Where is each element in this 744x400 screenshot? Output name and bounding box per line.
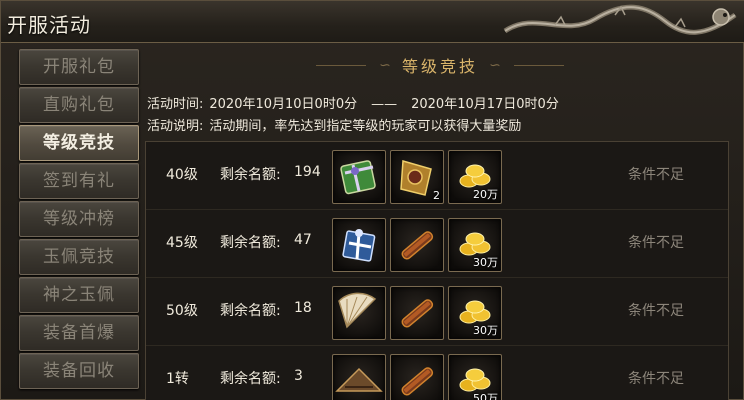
quota-value: 3 xyxy=(294,368,303,384)
divider xyxy=(316,64,367,66)
dragon-ornament-icon xyxy=(503,4,737,35)
activity-window: 开服活动 开服礼包 直购礼包 等级竞技 签到有礼 等级冲榜 玉佩竞技 神之玉佩 … xyxy=(0,0,744,400)
reward-row: 1转 剩余名额: 3 50万 条件不足 xyxy=(146,346,728,400)
activity-sidebar: 开服礼包 直购礼包 等级竞技 签到有礼 等级冲榜 玉佩竞技 神之玉佩 装备首爆 … xyxy=(19,49,139,400)
level-requirement: 40级 xyxy=(166,167,198,183)
blue-gift-icon[interactable] xyxy=(332,218,386,272)
sidebar-item-open-gift[interactable]: 开服礼包 xyxy=(19,49,139,85)
claim-status[interactable]: 条件不足 xyxy=(628,368,684,388)
scroll-icon[interactable] xyxy=(390,218,444,272)
sidebar-item-recycle[interactable]: 装备回收 xyxy=(19,353,139,389)
reward-qty: 50万 xyxy=(473,392,498,400)
activity-time: 活动时间: 2020年10月10日0时0分 —— 2020年10月17日0时0分 xyxy=(147,93,559,112)
activity-description: 活动说明: 活动期间，率先达到指定等级的玩家可以获得大量奖励 xyxy=(147,115,521,134)
ornament-icon: ∽ xyxy=(379,57,391,74)
window-title: 开服活动 xyxy=(7,13,91,37)
reward-qty: 30万 xyxy=(473,324,498,337)
divider xyxy=(513,64,564,66)
reward-qty: 30万 xyxy=(473,256,498,269)
gold-coins-icon[interactable]: 30万 xyxy=(448,286,502,340)
desc-text: 活动期间，率先达到指定等级的玩家可以获得大量奖励 xyxy=(209,119,522,134)
time-label: 活动时间: xyxy=(147,97,204,112)
claim-status[interactable]: 条件不足 xyxy=(628,232,684,252)
reward-row: 45级 剩余名额: 47 30万 条件不足 xyxy=(146,210,728,278)
desc-label: 活动说明: xyxy=(147,119,204,134)
claim-status[interactable]: 条件不足 xyxy=(628,300,684,320)
time-end: 2020年10月17日0时0分 xyxy=(411,97,559,112)
sidebar-item-level-rank[interactable]: 等级冲榜 xyxy=(19,201,139,237)
gold-coins-icon[interactable]: 20万 xyxy=(448,150,502,204)
quota-value: 18 xyxy=(294,300,312,316)
sidebar-item-jade-race[interactable]: 玉佩竞技 xyxy=(19,239,139,275)
reward-list: 40级 剩余名额: 194 2 20万 条件不足 45级 剩余名额: 47 30… xyxy=(145,141,729,400)
claim-status[interactable]: 条件不足 xyxy=(628,164,684,184)
reward-qty: 2 xyxy=(433,189,440,202)
sidebar-item-first-drop[interactable]: 装备首爆 xyxy=(19,315,139,351)
activity-content: ∽ 等级竞技 ∽ 活动时间: 2020年10月10日0时0分 —— 2020年10月1… xyxy=(143,49,737,400)
golden-armor-icon[interactable]: 2 xyxy=(390,150,444,204)
reward-row: 40级 剩余名额: 194 2 20万 条件不足 xyxy=(146,142,728,210)
quota-label: 剩余名额: xyxy=(220,235,281,251)
gold-coins-icon[interactable]: 50万 xyxy=(448,354,502,400)
time-separator: —— xyxy=(371,97,398,112)
sidebar-item-divine-jade[interactable]: 神之玉佩 xyxy=(19,277,139,313)
time-start: 2020年10月10日0时0分 xyxy=(209,97,358,112)
quota-value: 194 xyxy=(294,164,321,180)
scroll-icon[interactable] xyxy=(390,286,444,340)
quota-label: 剩余名额: xyxy=(220,167,281,183)
sidebar-item-level-race[interactable]: 等级竞技 xyxy=(19,125,139,161)
reward-qty: 20万 xyxy=(473,188,498,201)
level-requirement: 1转 xyxy=(166,371,189,387)
quota-label: 剩余名额: xyxy=(220,303,281,319)
gold-coins-icon[interactable]: 30万 xyxy=(448,218,502,272)
section-heading: ∽ 等级竞技 ∽ xyxy=(143,53,737,83)
ornament-icon: ∽ xyxy=(489,57,501,74)
level-requirement: 45级 xyxy=(166,235,198,251)
level-requirement: 50级 xyxy=(166,303,198,319)
scroll-icon[interactable] xyxy=(390,354,444,400)
quota-label: 剩余名额: xyxy=(220,371,281,387)
quota-value: 47 xyxy=(294,232,312,248)
section-title: 等级竞技 xyxy=(401,57,478,76)
straw-hat-icon[interactable] xyxy=(332,354,386,400)
fan-icon[interactable] xyxy=(332,286,386,340)
sidebar-item-direct-buy[interactable]: 直购礼包 xyxy=(19,87,139,123)
gift-box-icon[interactable] xyxy=(332,150,386,204)
sidebar-item-sign-in[interactable]: 签到有礼 xyxy=(19,163,139,199)
title-bar[interactable]: 开服活动 xyxy=(1,1,744,43)
reward-row: 50级 剩余名额: 18 30万 条件不足 xyxy=(146,278,728,346)
